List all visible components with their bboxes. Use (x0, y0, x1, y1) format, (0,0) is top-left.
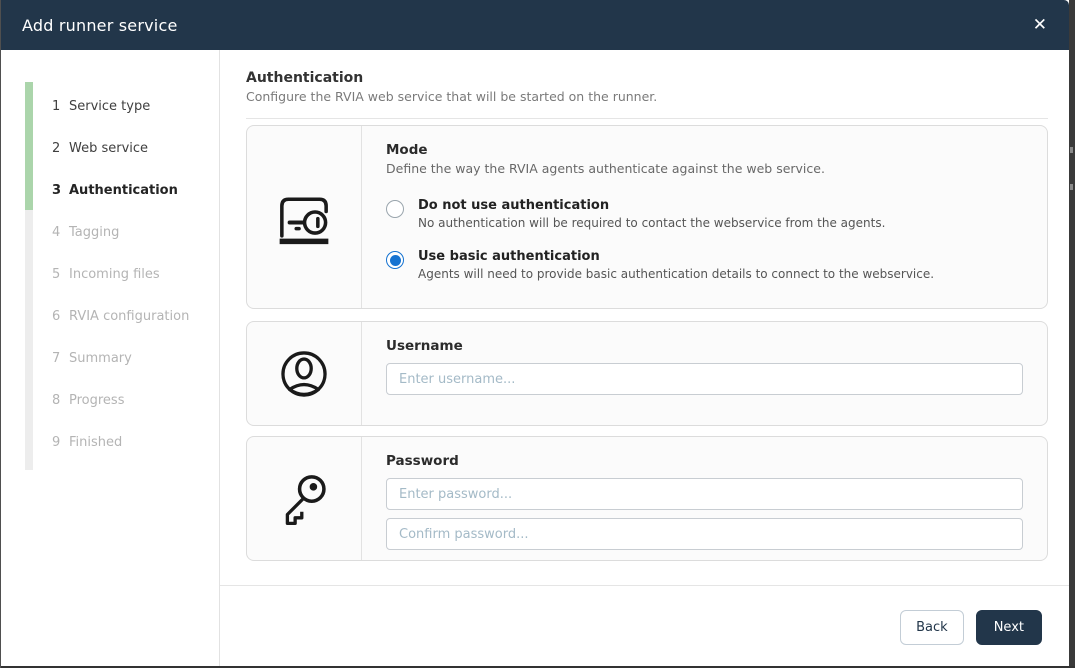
window-left-edge (0, 0, 1, 668)
key-icon (247, 437, 362, 560)
step-label: Progress (69, 393, 124, 408)
back-button[interactable]: Back (900, 610, 964, 645)
step-item-rvia-configuration: 6 RVIA configuration (46, 295, 209, 337)
step-label: Incoming files (69, 267, 160, 282)
step-number: 9 (46, 435, 69, 450)
step-item-authentication[interactable]: 3 Authentication (46, 169, 209, 211)
step-number: 4 (46, 225, 69, 240)
wizard-footer: Back Next (220, 585, 1069, 668)
mode-description: Define the way the RVIA agents authentic… (386, 161, 1023, 176)
step-label: Authentication (69, 183, 178, 198)
progress-rail (25, 82, 33, 470)
progress-rail-remaining (25, 210, 33, 470)
modal-titlebar: Add runner service ✕ (0, 0, 1069, 50)
radio-option-basic-authentication[interactable]: Use basic authentication Agents will nee… (386, 249, 1023, 281)
window-right-edge (1069, 0, 1075, 668)
step-number: 5 (46, 267, 69, 282)
step-item-service-type[interactable]: 1 Service type (46, 85, 209, 127)
step-item-summary: 7 Summary (46, 337, 209, 379)
scrollbar-mark (1070, 184, 1073, 190)
add-runner-service-modal: Add runner service ✕ 1 Service type 2 We… (0, 0, 1069, 668)
wizard-step-sidebar: 1 Service type 2 Web service 3 Authentic… (0, 50, 220, 668)
wizard-main-panel: Authentication Configure the RVIA web se… (220, 50, 1069, 668)
radio-icon[interactable] (386, 200, 404, 218)
step-label: Tagging (69, 225, 119, 240)
username-title: Username (386, 338, 1023, 354)
password-input[interactable] (386, 478, 1023, 510)
step-number: 1 (46, 99, 69, 114)
modal-title: Add runner service (22, 16, 177, 35)
step-number: 2 (46, 141, 69, 156)
next-button[interactable]: Next (976, 610, 1042, 645)
step-label: Summary (69, 351, 132, 366)
username-card: Username (246, 321, 1048, 426)
username-input[interactable] (386, 363, 1023, 395)
progress-rail-completed (25, 82, 33, 210)
step-item-progress: 8 Progress (46, 379, 209, 421)
mode-title: Mode (386, 142, 1023, 158)
mode-card: Mode Define the way the RVIA agents auth… (246, 125, 1048, 309)
step-label: RVIA configuration (69, 309, 189, 324)
option-description: Agents will need to provide basic authen… (418, 267, 934, 281)
step-number: 7 (46, 351, 69, 366)
wizard-steps-list: 1 Service type 2 Web service 3 Authentic… (46, 85, 209, 463)
step-label: Web service (69, 141, 148, 156)
step-label: Finished (69, 435, 122, 450)
page-subtitle: Configure the RVIA web service that will… (246, 89, 1048, 104)
confirm-password-input[interactable] (386, 518, 1023, 550)
step-number: 8 (46, 393, 69, 408)
access-key-card-icon (247, 126, 362, 308)
password-card: Password (246, 436, 1048, 561)
scrollbar-mark (1070, 147, 1073, 153)
step-number: 6 (46, 309, 69, 324)
radio-icon[interactable] (386, 251, 404, 269)
step-item-tagging: 4 Tagging (46, 211, 209, 253)
option-label: Use basic authentication (418, 249, 934, 264)
radio-option-no-authentication[interactable]: Do not use authentication No authenticat… (386, 198, 1023, 230)
step-item-incoming-files: 5 Incoming files (46, 253, 209, 295)
password-title: Password (386, 453, 1023, 469)
section-divider (246, 118, 1048, 119)
step-item-finished: 9 Finished (46, 421, 209, 463)
user-icon (247, 322, 362, 425)
option-label: Do not use authentication (418, 198, 885, 213)
step-number: 3 (46, 183, 69, 198)
step-label: Service type (69, 99, 150, 114)
step-item-web-service[interactable]: 2 Web service (46, 127, 209, 169)
close-icon[interactable]: ✕ (1033, 17, 1047, 34)
option-description: No authentication will be required to co… (418, 216, 885, 230)
page-title: Authentication (246, 70, 1048, 86)
